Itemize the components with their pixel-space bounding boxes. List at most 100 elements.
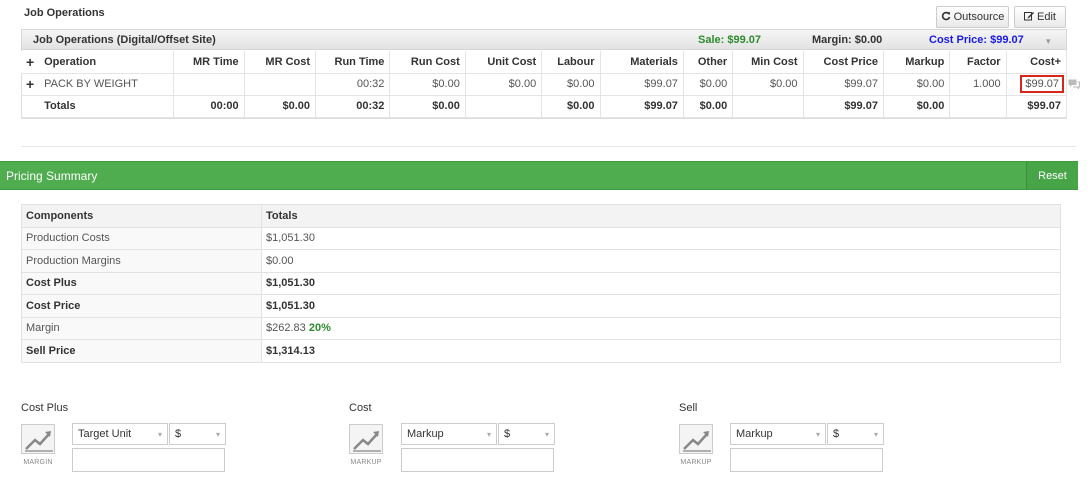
cost-label: Cost [349,402,372,414]
section-divider [21,146,1076,147]
total-cost-price: $99.07 [803,95,884,118]
summary-value: $1,051.30 [261,226,1061,250]
col-markup: Markup [883,51,951,74]
total-cost-plus: $99.07 [1006,95,1068,118]
edit-button[interactable]: Edit [1014,6,1066,28]
totals-row: Totals 00:00 $0.00 00:32 $0.00 $0.00 $99… [21,95,1068,118]
table-row: Production Margins $0.00 [21,249,1061,273]
cost-mode-value: Markup [407,428,444,440]
sell-mode-select[interactable]: Markup ▾ [730,423,826,445]
markup-cell: $0.00 [883,73,951,96]
summary-value: $0.00 [261,249,1061,273]
summary-label: Production Costs [21,226,262,250]
pricing-summary-title: Pricing Summary [6,169,98,183]
markup-caption: MARKUP [350,459,382,466]
total-mr-cost: $0.00 [244,95,317,118]
job-operations-table: + Operation MR Time MR Cost Run Time Run… [21,51,1068,118]
cost-value-input[interactable] [401,448,554,472]
summary-label: Sell Price [21,339,262,363]
cost-price-cell: $99.07 [803,73,884,96]
col-cost-price: Cost Price [803,51,884,74]
table-row: Margin $262.83 20% [21,316,1061,340]
comment-icon[interactable] [1068,79,1080,90]
col-components: Components [21,204,262,228]
total-labour: $0.00 [541,95,601,118]
chevron-down-icon: ▾ [215,429,220,439]
materials-cell: $99.07 [600,73,684,96]
table-row: Sell Price $1,314.13 [21,339,1061,363]
cost-plus-mode-value: Target Unit [78,428,132,440]
summary-value: $1,051.30 [261,271,1061,295]
pricing-summary-bar: Pricing Summary Reset [0,161,1078,190]
operation-cell[interactable]: PACK BY WEIGHT [39,73,175,96]
mr-time-cell [173,73,245,96]
table-row: Production Costs $1,051.30 [21,226,1061,250]
summary-header-row: Components Totals [21,204,1061,228]
totals-label: Totals [39,95,175,118]
col-min-cost: Min Cost [732,51,804,74]
reset-button[interactable]: Reset [1026,162,1078,189]
edit-label: Edit [1037,11,1056,23]
total-run-time: 00:32 [315,95,391,118]
run-cost-cell: $0.00 [389,73,466,96]
margin-percent: 20% [308,322,331,335]
chevron-down-icon: ▾ [486,429,491,439]
summary-label: Production Margins [21,249,262,273]
cost-plus-value-input[interactable] [72,448,225,472]
pricing-summary-table: Components Totals Production Costs $1,05… [21,204,1061,363]
sell-value-input[interactable] [730,448,883,472]
mr-cost-cell [244,73,317,96]
sale-summary: Sale: $99.07 [698,34,761,46]
summary-label: Cost Price [21,294,262,318]
cost-plus-unit-select[interactable]: $ ▾ [169,423,226,445]
job-operations-panel-header[interactable]: Job Operations (Digital/Offset Site) Sal… [21,29,1067,50]
cost-unit-select[interactable]: $ ▾ [498,423,555,445]
total-other: $0.00 [683,95,734,118]
cost-plus-cell[interactable]: $99.07 [1006,73,1068,96]
chevron-down-icon[interactable]: ▾ [1046,36,1051,47]
plus-icon[interactable]: + [21,51,40,74]
cost-unit-value: $ [504,428,511,440]
cost-mode-select[interactable]: Markup ▾ [401,423,497,445]
col-mr-cost: MR Cost [244,51,317,74]
table-row[interactable]: + PACK BY WEIGHT 00:32 $0.00 $0.00 $0.00… [21,73,1068,96]
col-cost-plus: Cost+ [1006,51,1068,74]
summary-value: $1,314.13 [261,339,1061,363]
col-mr-time: MR Time [173,51,245,74]
plus-icon[interactable]: + [21,73,40,96]
min-cost-cell: $0.00 [732,73,804,96]
labour-cell: $0.00 [541,73,601,96]
factor-cell: 1.000 [949,73,1007,96]
margin-summary: Margin: $0.00 [812,34,883,46]
chevron-down-icon: ▾ [544,429,549,439]
sell-label: Sell [679,402,698,414]
cost-plus-unit-value: $ [175,428,182,440]
col-run-time: Run Time [315,51,391,74]
job-operations-title: Job Operations [24,7,105,19]
chart-trend-icon[interactable] [21,424,55,454]
sell-unit-select[interactable]: $ ▾ [827,423,884,445]
outsource-button[interactable]: Outsource [936,6,1009,28]
col-operation: Operation [39,51,175,74]
chevron-down-icon: ▾ [815,429,820,439]
outsource-label: Outsource [953,11,1005,23]
total-unit-cost [465,95,543,118]
cost-price-summary: Cost Price: $99.07 [929,34,1024,46]
total-run-cost: $0.00 [389,95,466,118]
markup-caption: MARKUP [680,459,712,466]
chart-trend-icon[interactable] [679,424,713,454]
cost-plus-mode-select[interactable]: Target Unit ▾ [72,423,168,445]
summary-value: $262.83 20% [261,316,1061,340]
cost-plus-value-highlight[interactable]: $99.07 [1020,75,1064,93]
run-time-cell: 00:32 [315,73,391,96]
margin-value: $262.83 [266,322,306,335]
table-row: Cost Plus $1,051.30 [21,271,1061,295]
sell-mode-value: Markup [736,428,773,440]
total-markup: $0.00 [883,95,951,118]
sell-unit-value: $ [833,428,840,440]
margin-caption: MARGIN [23,459,53,466]
other-cell: $0.00 [683,73,734,96]
chevron-down-icon: ▾ [157,429,162,439]
chart-trend-icon[interactable] [349,424,383,454]
table-row: Cost Price $1,051.30 [21,294,1061,318]
